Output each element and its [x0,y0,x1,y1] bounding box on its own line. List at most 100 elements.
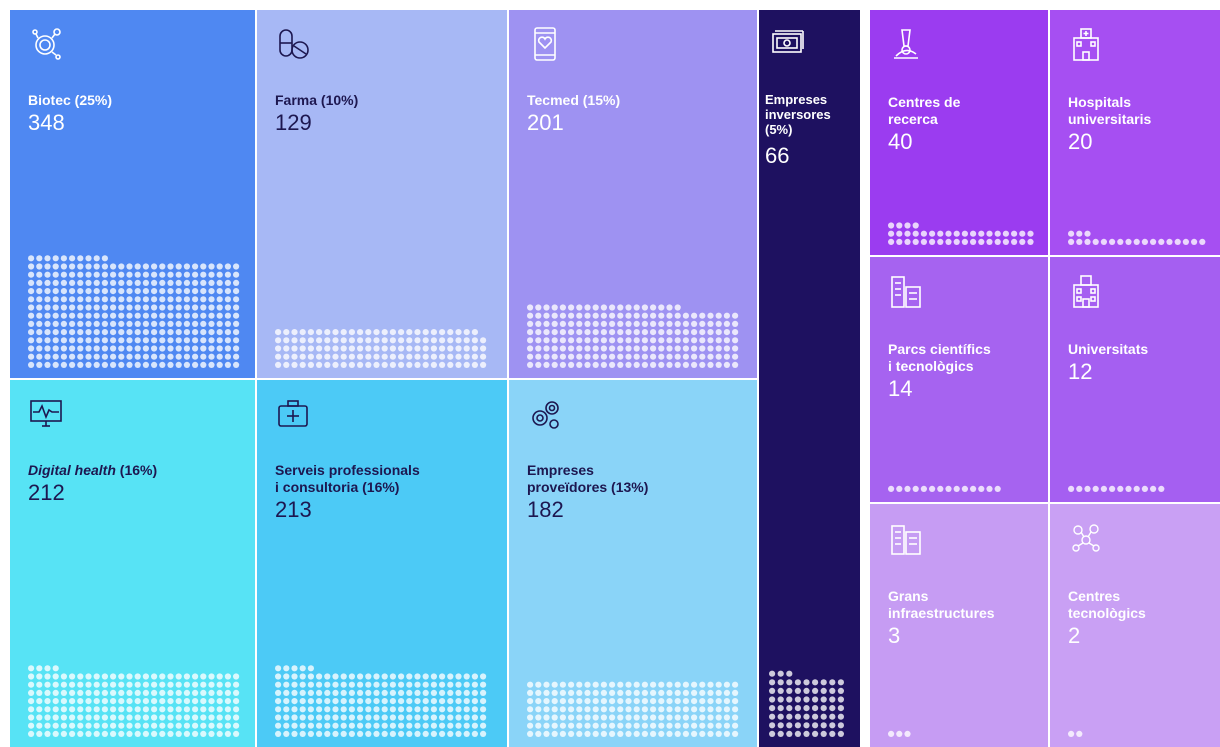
waffle-dot [929,230,936,237]
waffle-dot [332,730,339,737]
waffle-dot [699,320,706,327]
waffle-dot [52,337,59,344]
waffle-dot [36,312,43,319]
waffle-dot [299,722,306,729]
waffle-dot [167,673,174,680]
waffle-dot [332,673,339,680]
waffle-dot [192,329,199,336]
waffle-dot [970,230,977,237]
waffle-dot [126,730,133,737]
waffle-dot [455,730,462,737]
waffle-dot [674,361,681,368]
waffle-dot [183,722,190,729]
waffle-dot [699,312,706,319]
waffle-dot [85,320,92,327]
waffle-dot [641,689,648,696]
waffle-dot [307,665,314,672]
waffle-dot [414,698,421,705]
waffle-dot [674,312,681,319]
waffle-dot [641,337,648,344]
waffle-dot [576,337,583,344]
waffle-dot [291,345,298,352]
waffle-dot [682,345,689,352]
waffle-dot [1027,230,1034,237]
waffle-dot [200,296,207,303]
waffle-dot [674,714,681,721]
waffle-dot [101,345,108,352]
waffle-dot [175,673,182,680]
waffle-dot [617,337,624,344]
waffle-dot [707,681,714,688]
waffle-dot [340,698,347,705]
waffle-dot [85,730,92,737]
waffle-dot [175,288,182,295]
waffle-dot [447,714,454,721]
university-icon [1068,273,1104,309]
waffle-dot [69,673,76,680]
waffle-dot [365,329,372,336]
waffle-dot [406,722,413,729]
waffle-dot [142,714,149,721]
waffle-dot [559,361,566,368]
waffle-dot [715,345,722,352]
waffle-dot [192,279,199,286]
waffle-dot [60,263,67,270]
waffle-dot [216,689,223,696]
waffle-dot [381,329,388,336]
waffle-dot [471,329,478,336]
waffle-dot [299,689,306,696]
waffle-dot [233,706,240,713]
waffle-dot [126,361,133,368]
waffle-dot [937,485,944,492]
waffle-dot [69,361,76,368]
waffle-dot [1174,238,1181,245]
waffle-dot [183,329,190,336]
pill-icon [275,26,311,62]
waffle-dot [85,312,92,319]
hospital-icon [1068,26,1104,62]
waffle-dot [381,689,388,696]
waffle-dot [142,288,149,295]
waffle-dot [142,345,149,352]
waffle-dot [36,689,43,696]
waffle-dot [340,361,347,368]
waffle-dot [1191,238,1198,245]
waffle-dot [658,304,665,311]
waffle-dot [769,687,776,695]
waffle-dot [576,706,583,713]
waffle-dot [803,730,810,738]
waffle-dot [723,337,730,344]
waffle-dot [373,361,380,368]
waffle-dot [715,714,722,721]
waffle-dot [299,706,306,713]
waffle-dot [142,722,149,729]
banknote-icon [769,26,805,62]
waffle-dot [723,714,730,721]
waffle-dot [609,730,616,737]
waffle-dot [126,706,133,713]
waffle-dot [208,320,215,327]
waffle-dot [167,329,174,336]
waffle-dot [200,329,207,336]
waffle-dot [398,730,405,737]
waffle-dot [44,312,51,319]
waffle-dot [216,263,223,270]
waffle-dot [430,345,437,352]
waffle-dot [101,304,108,311]
waffle-dot [332,337,339,344]
waffle-dot [36,681,43,688]
waffle-dot [600,730,607,737]
waffle-dot [134,689,141,696]
waffle-dot [200,337,207,344]
treemap-tile-centres-tecnologics: Centres tecnològics 2 [1050,504,1220,747]
waffle-dot [691,353,698,360]
waffle-dot [216,345,223,352]
waffle-dot [101,730,108,737]
waffle-dot [69,271,76,278]
waffle-dot [224,722,231,729]
waffle-dot [110,304,117,311]
waffle-dot [365,353,372,360]
waffle-dot [192,345,199,352]
waffle-dot [551,361,558,368]
waffle-dot [291,665,298,672]
